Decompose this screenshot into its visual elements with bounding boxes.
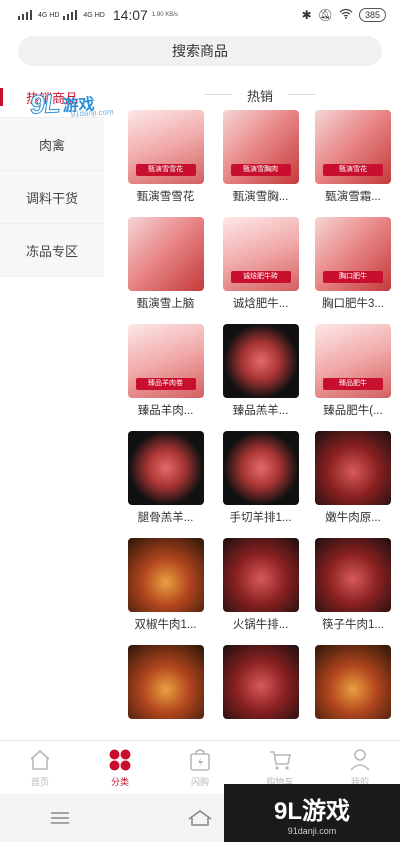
product-card[interactable] <box>308 645 398 752</box>
product-card[interactable]: 臻品羊肉卷臻品羊肉... <box>118 324 213 431</box>
signal-icon <box>18 10 32 20</box>
product-card[interactable]: 腿骨羔羊... <box>118 431 213 538</box>
product-name: 诚焓肥牛... <box>232 298 289 310</box>
site-watermark: 9L 游戏 91danji.com <box>29 86 114 121</box>
product-name: 臻品羔羊... <box>232 405 289 417</box>
product-image: 臻品肥牛 <box>315 324 391 398</box>
cart-icon <box>267 747 293 773</box>
product-image <box>127 538 204 612</box>
user-icon <box>347 747 373 773</box>
corner-watermark-url: 91danji.com <box>287 825 337 836</box>
product-image <box>127 645 204 719</box>
sidebar-item-poultry[interactable]: 肉禽 <box>0 118 104 171</box>
product-image: 甄演雪花 <box>315 110 391 184</box>
sidebar-item-label: 冻品专区 <box>25 243 78 259</box>
product-image <box>315 431 391 505</box>
mute-icon: 🔕︎ <box>317 8 333 22</box>
product-tag: 诚焓肥牛砖 <box>230 271 291 283</box>
category-icon <box>107 747 133 773</box>
product-name: 甄演雪霜... <box>325 191 381 203</box>
product-card[interactable]: 双椒牛肉1... <box>118 538 213 645</box>
product-name: 胸口肥牛3... <box>322 298 384 310</box>
sidebar-item-seasoning[interactable]: 调料干货 <box>0 171 104 224</box>
product-name: 筷子牛肉1... <box>322 619 384 631</box>
product-image <box>127 431 204 505</box>
product-name: 甄演雪雪花 <box>136 191 195 203</box>
product-card[interactable] <box>213 645 308 752</box>
product-card[interactable]: 嫩牛肉原... <box>308 431 398 538</box>
corner-watermark: 9L游戏 91danji.com <box>224 784 400 842</box>
product-card[interactable]: 胸口肥牛胸口肥牛3... <box>308 217 398 324</box>
product-image <box>315 645 391 719</box>
product-image <box>222 538 299 612</box>
battery-indicator: 385 <box>358 8 386 22</box>
signal-icon-2 <box>63 10 78 20</box>
product-image <box>222 645 299 719</box>
product-image: 甄演雪胸肉 <box>222 110 299 184</box>
sidebar-item-label: 肉禽 <box>38 137 65 153</box>
corner-watermark-logo: 9L游戏 <box>273 797 350 825</box>
product-name: 甄演雪胸... <box>232 191 289 203</box>
clock: 14:07 <box>112 7 148 23</box>
product-card[interactable]: 手切羊排1... <box>213 431 308 538</box>
product-card[interactable]: 臻品肥牛臻品肥牛(... <box>308 324 398 431</box>
product-tag: 胸口肥牛 <box>323 271 383 283</box>
product-grid: 甄演雪雪花 甄演雪雪花 甄演雪胸肉 甄演雪胸... 甄演雪花 甄演雪霜... 甄演雪上脑 诚焓… <box>118 110 398 752</box>
product-image <box>315 538 391 612</box>
network-label-1: 4G HD <box>38 11 60 19</box>
product-image <box>222 324 299 398</box>
product-card[interactable]: 甄演雪上脑 <box>118 217 213 324</box>
product-card[interactable]: 筷子牛肉1... <box>308 538 398 645</box>
status-bar: 4G HD 4G HD 14:07 1.90 KB/s ✱ 🔕︎ 385 <box>0 0 400 30</box>
tab-label: 首页 <box>30 777 49 787</box>
sidebar-item-frozen[interactable]: 冻品专区 <box>0 224 104 277</box>
menu-icon <box>51 812 69 824</box>
tab-home[interactable]: 首页 <box>0 741 80 794</box>
product-card[interactable] <box>118 645 213 752</box>
product-name: 甄演雪上脑 <box>136 298 195 310</box>
product-card[interactable]: 火锅牛排... <box>213 538 308 645</box>
section-title: 热销 <box>190 86 330 105</box>
product-card[interactable]: 诚焓肥牛砖诚焓肥牛... <box>213 217 308 324</box>
product-name: 嫩牛肉原... <box>325 512 381 524</box>
product-tag: 甄演雪雪花 <box>135 164 196 176</box>
product-image: 胸口肥牛 <box>315 217 391 291</box>
search-bar[interactable]: 搜索商品 <box>18 36 382 66</box>
watermark-logo: 9L <box>29 88 62 121</box>
product-name: 腿骨羔羊... <box>137 512 194 524</box>
flash-bag-icon <box>187 747 213 773</box>
home-icon <box>27 747 53 773</box>
product-image: 臻品羊肉卷 <box>127 324 204 398</box>
product-image: 诚焓肥牛砖 <box>222 217 299 291</box>
product-name: 手切羊排1... <box>229 512 292 524</box>
home-nav-icon <box>188 810 212 826</box>
net-speed: 1.90 KB/s <box>151 11 178 18</box>
tab-category[interactable]: 分类 <box>80 741 160 794</box>
product-tag: 臻品羊肉卷 <box>135 378 196 390</box>
product-card[interactable]: 甄演雪雪花 甄演雪雪花 <box>118 110 213 217</box>
product-image <box>222 431 299 505</box>
product-name: 双椒牛肉1... <box>134 619 197 631</box>
network-label-2: 4G HD <box>83 11 105 19</box>
product-card[interactable]: 甄演雪胸肉甄演雪胸... <box>213 110 308 217</box>
product-name: 火锅牛排... <box>232 619 289 631</box>
tab-label: 分类 <box>110 777 129 787</box>
product-tag: 甄演雪胸肉 <box>230 164 291 176</box>
product-image <box>127 217 204 291</box>
product-name: 臻品羊肉... <box>137 405 194 417</box>
tab-label: 闪购 <box>190 777 209 787</box>
product-tag: 臻品肥牛 <box>323 378 383 390</box>
product-tag: 甄演雪花 <box>323 164 383 176</box>
product-card[interactable]: 甄演雪花甄演雪霜... <box>308 110 398 217</box>
sidebar-item-label: 调料干货 <box>25 190 78 206</box>
bluetooth-icon: ✱ <box>301 8 312 22</box>
product-name: 臻品肥牛(... <box>323 405 383 417</box>
wifi-icon <box>339 8 353 22</box>
product-card[interactable]: 臻品羔羊... <box>213 324 308 431</box>
product-image: 甄演雪雪花 <box>127 110 204 184</box>
watermark-url: 91danji.com <box>70 107 114 119</box>
menu-nav-button[interactable] <box>0 810 120 826</box>
